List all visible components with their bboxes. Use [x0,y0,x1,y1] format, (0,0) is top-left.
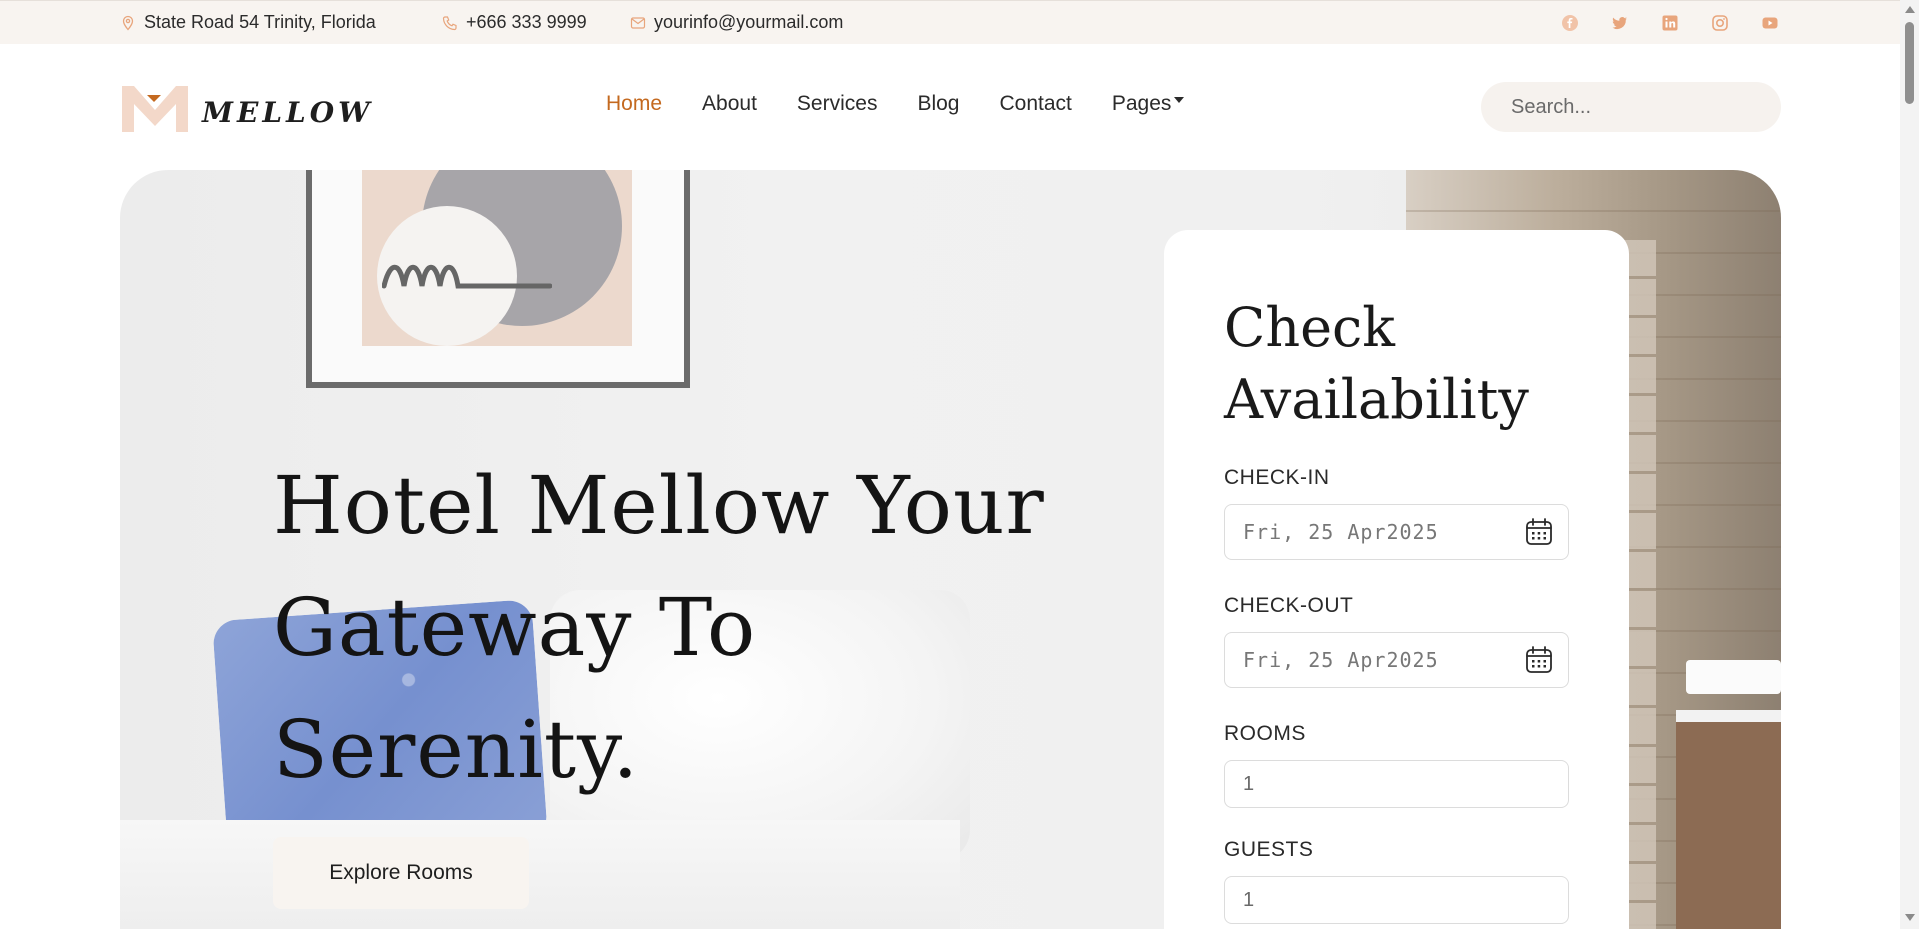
nav-item-services[interactable]: Services [797,92,878,116]
rooms-label: ROOMS [1224,722,1306,745]
nav-item-blog[interactable]: Blog [917,92,959,116]
checkout-label: CHECK-OUT [1224,594,1354,617]
social-links [1560,13,1780,33]
scroll-thumb[interactable] [1905,22,1914,104]
search-input[interactable] [1511,95,1776,119]
twitter-icon[interactable] [1610,13,1630,33]
guests-label: GUESTS [1224,838,1314,861]
facebook-icon[interactable] [1560,13,1580,33]
wall-art [362,170,632,346]
brand-logo[interactable]: MELLOW [120,82,374,134]
checkin-field[interactable] [1243,520,1524,544]
nav-item-pages-label: Pages [1111,92,1172,115]
instagram-icon[interactable] [1710,13,1730,33]
nav-item-contact[interactable]: Contact [999,92,1071,116]
guests-field-wrap [1224,876,1569,924]
email-item[interactable]: yourinfo@yourmail.com [630,12,843,33]
youtube-icon[interactable] [1760,13,1780,33]
page-scrollbar[interactable] [1900,0,1919,929]
location-pin-icon [120,15,136,31]
linkedin-icon[interactable] [1660,13,1680,33]
address-text: State Road 54 Trinity, Florida [144,12,376,32]
main-nav: Home About Services Blog Contact Pages [606,92,1224,116]
hero-title: Hotel Mellow Your Gateway To Serenity. [273,459,1045,796]
checkin-field-wrap [1224,504,1569,560]
availability-card: Check Availability CHECK-IN CHECK-OUT RO… [1164,230,1629,929]
top-bar: State Road 54 Trinity, Florida +666 333 … [0,0,1900,44]
address-item: State Road 54 Trinity, Florida [120,12,376,33]
nav-item-pages[interactable]: Pages [1112,92,1185,116]
explore-rooms-button[interactable]: Explore Rooms [273,837,529,909]
bed-sheet [120,820,960,929]
brand-name: MELLOW [202,95,374,129]
nav-item-about[interactable]: About [702,92,757,116]
wall-art-frame [306,170,690,388]
mail-icon [630,15,646,31]
rooms-field[interactable] [1243,772,1554,796]
logo-mark-icon [122,86,188,132]
scroll-up-arrow-icon[interactable] [1905,6,1915,13]
availability-title: Check Availability [1224,296,1529,431]
chevron-down-icon [1174,97,1185,104]
checkin-label: CHECK-IN [1224,466,1330,489]
checkout-field[interactable] [1243,648,1524,672]
phone-icon [442,15,458,31]
sink-basin [1686,660,1781,694]
checkout-field-wrap [1224,632,1569,688]
email-text: yourinfo@yourmail.com [654,12,844,32]
scroll-down-arrow-icon[interactable] [1905,914,1915,921]
search-box [1481,82,1781,132]
vanity-cabinet [1676,710,1781,929]
art-squiggle [382,264,552,289]
calendar-icon[interactable] [1524,645,1554,675]
rooms-field-wrap [1224,760,1569,808]
nav-item-home[interactable]: Home [606,92,662,116]
phone-text: +666 333 9999 [466,12,587,32]
phone-item[interactable]: +666 333 9999 [442,12,587,33]
calendar-icon[interactable] [1524,517,1554,547]
guests-field[interactable] [1243,888,1554,912]
